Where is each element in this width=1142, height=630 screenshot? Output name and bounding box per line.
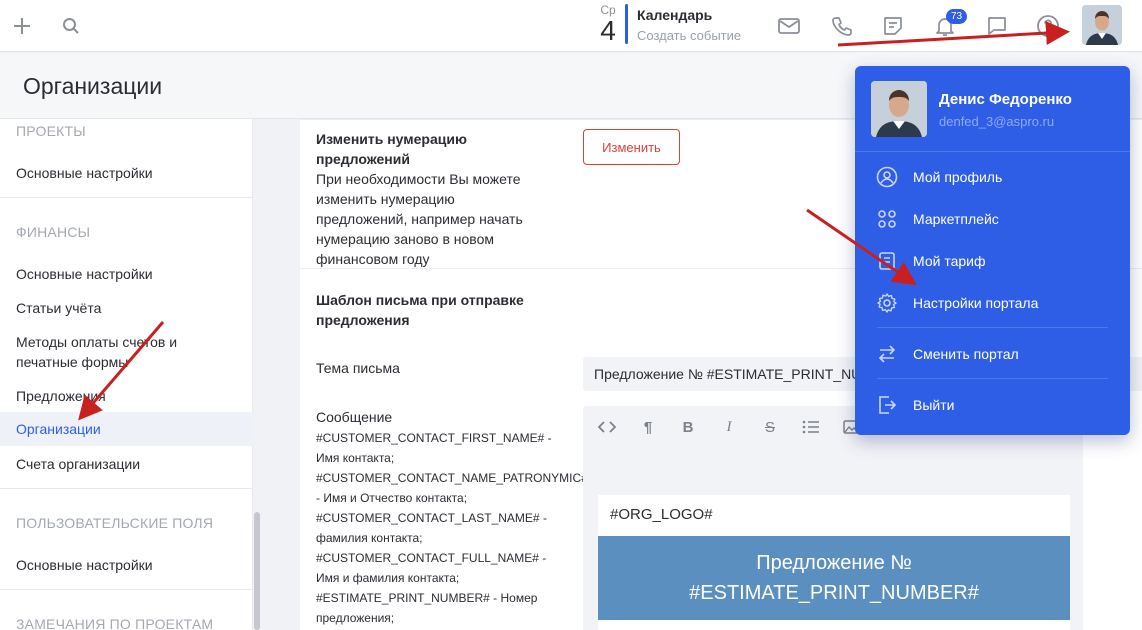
- user-menu-dropdown: Денис Федоренко denfed_3@aspro.ru Мой пр…: [855, 66, 1130, 435]
- strikethrough-icon[interactable]: S: [759, 416, 781, 438]
- menu-item-label: Маркетплейс: [913, 211, 999, 227]
- message-variable-line: фамилия контакта;: [316, 531, 423, 545]
- bulleted-list-icon[interactable]: [800, 416, 822, 438]
- sidebar-item-estimates[interactable]: Предложения: [0, 386, 253, 406]
- sidebar-section-finance: ФИНАНСЫ: [16, 224, 91, 240]
- message-variable-line: #CUSTOMER_CONTACT_FULL_NAME# -: [316, 551, 547, 565]
- sidebar-item-payment-methods[interactable]: Методы оплаты счетов и печатные формы: [0, 332, 200, 372]
- menu-item-label: Выйти: [913, 397, 955, 413]
- menu-item-marketplace[interactable]: Маркетплейс: [855, 203, 1130, 235]
- menu-item-portal-settings[interactable]: Настройки портала: [855, 287, 1130, 319]
- apps-grid-icon: [876, 208, 898, 230]
- switch-arrows-icon: [876, 343, 898, 365]
- sidebar-item-org-accounts[interactable]: Счета организации: [0, 454, 253, 474]
- sidebar-divider: [0, 589, 253, 590]
- user-circle-icon: [876, 166, 898, 188]
- menu-divider: [855, 151, 1130, 152]
- sidebar-section-project-remarks: ЗАМЕЧАНИЯ ПО ПРОЕКТАМ: [16, 616, 214, 630]
- settings-sidebar: ПРОЕКТЫ Основные настройки ФИНАНСЫ Основ…: [0, 119, 253, 630]
- sidebar-item-accounting-items[interactable]: Статьи учёта: [0, 298, 253, 318]
- menu-divider: [877, 378, 1108, 379]
- top-bar: Ср 4 Календарь Создать событие 73: [0, 0, 1142, 52]
- change-numbering-button[interactable]: Изменить: [583, 129, 680, 165]
- message-variable-line: Имя и фамилия контакта;: [316, 571, 460, 585]
- calendar-date[interactable]: Ср 4: [594, 3, 622, 45]
- message-label: Сообщение: [316, 409, 393, 425]
- search-icon[interactable]: [57, 12, 85, 40]
- create-event-link[interactable]: Создать событие: [637, 28, 741, 43]
- message-variable-line: #ESTIMATE_PRINT_NUMBER# - Номер: [316, 591, 538, 605]
- plus-icon[interactable]: [8, 12, 36, 40]
- phone-icon[interactable]: [828, 12, 856, 40]
- plan-document-icon: [876, 250, 898, 272]
- calendar-divider: [625, 4, 628, 44]
- sidebar-item-organizations[interactable]: Организации: [0, 412, 253, 446]
- dropdown-avatar: [871, 81, 927, 137]
- message-variable-line: #CUSTOMER_CONTACT_NAME_PATRONYMIC#: [316, 471, 588, 485]
- email-template-title: Шаблон письма при отправке предложения: [316, 292, 524, 328]
- sidebar-item-finance-settings[interactable]: Основные настройки: [0, 264, 253, 284]
- menu-item-label: Мой профиль: [913, 169, 1003, 185]
- menu-item-logout[interactable]: Выйти: [855, 389, 1130, 421]
- menu-item-my-profile[interactable]: Мой профиль: [855, 161, 1130, 193]
- menu-item-switch-portal[interactable]: Сменить портал: [855, 338, 1130, 370]
- page-title: Организации: [23, 73, 163, 99]
- mail-icon[interactable]: [775, 12, 803, 40]
- numbering-description: При необходимости Вы можете изменить нум…: [316, 171, 523, 267]
- gear-icon: [876, 292, 898, 314]
- sidebar-item-projects-settings[interactable]: Основные настройки: [0, 163, 253, 183]
- menu-item-label: Мой тариф: [913, 253, 986, 269]
- logout-icon: [876, 394, 898, 416]
- message-variable-line: Имя контакта;: [316, 451, 395, 465]
- bold-icon[interactable]: B: [677, 416, 699, 438]
- sidebar-divider: [0, 197, 253, 198]
- message-editor[interactable]: ¶ B I S #ORG_LOGO# Предложение № #ESTIMA…: [583, 406, 1083, 630]
- chat-icon[interactable]: [983, 12, 1011, 40]
- user-avatar[interactable]: [1082, 5, 1122, 45]
- notifications-badge: 73: [946, 9, 968, 24]
- message-variable-line: - Имя и Отчество контакта;: [316, 491, 468, 505]
- message-variable-line: #CUSTOMER_CONTACT_LAST_NAME# -: [316, 511, 547, 525]
- menu-divider: [877, 327, 1108, 328]
- subject-label: Тема письма: [316, 360, 400, 376]
- calendar-title[interactable]: Календарь: [637, 7, 712, 23]
- banner-line: Предложение №: [756, 552, 912, 574]
- message-variable-line: #CUSTOMER_CONTACT_FIRST_NAME# -: [316, 431, 552, 445]
- message-variable-line: предложения;: [316, 611, 395, 625]
- sidebar-section-projects: ПРОЕКТЫ: [16, 123, 86, 139]
- numbering-title: Изменить нумерацию предложений: [316, 131, 467, 167]
- paragraph-icon[interactable]: ¶: [637, 416, 659, 438]
- org-logo-placeholder: #ORG_LOGO#: [610, 506, 713, 523]
- menu-item-label: Сменить портал: [913, 346, 1019, 362]
- user-email: denfed_3@aspro.ru: [939, 114, 1055, 129]
- code-view-icon[interactable]: [596, 416, 618, 438]
- sidebar-section-custom-fields: ПОЛЬЗОВАТЕЛЬСКИЕ ПОЛЯ: [16, 515, 214, 531]
- estimate-banner: Предложение № #ESTIMATE_PRINT_NUMBER#: [598, 536, 1070, 620]
- menu-item-label: Настройки портала: [913, 295, 1039, 311]
- editor-content-area[interactable]: #ORG_LOGO# Предложение № #ESTIMATE_PRINT…: [598, 495, 1070, 630]
- italic-icon[interactable]: I: [718, 416, 740, 438]
- calendar-day: 4: [600, 15, 616, 46]
- user-name: Денис Федоренко: [939, 91, 1072, 108]
- help-icon[interactable]: [1034, 12, 1062, 40]
- sidebar-divider: [0, 488, 253, 489]
- menu-item-my-plan[interactable]: Мой тариф: [855, 245, 1130, 277]
- notes-icon[interactable]: [879, 12, 907, 40]
- sidebar-item-custom-fields-settings[interactable]: Основные настройки: [0, 555, 253, 575]
- sidebar-scroll-thumb[interactable]: [254, 512, 260, 630]
- banner-line: #ESTIMATE_PRINT_NUMBER#: [689, 582, 979, 604]
